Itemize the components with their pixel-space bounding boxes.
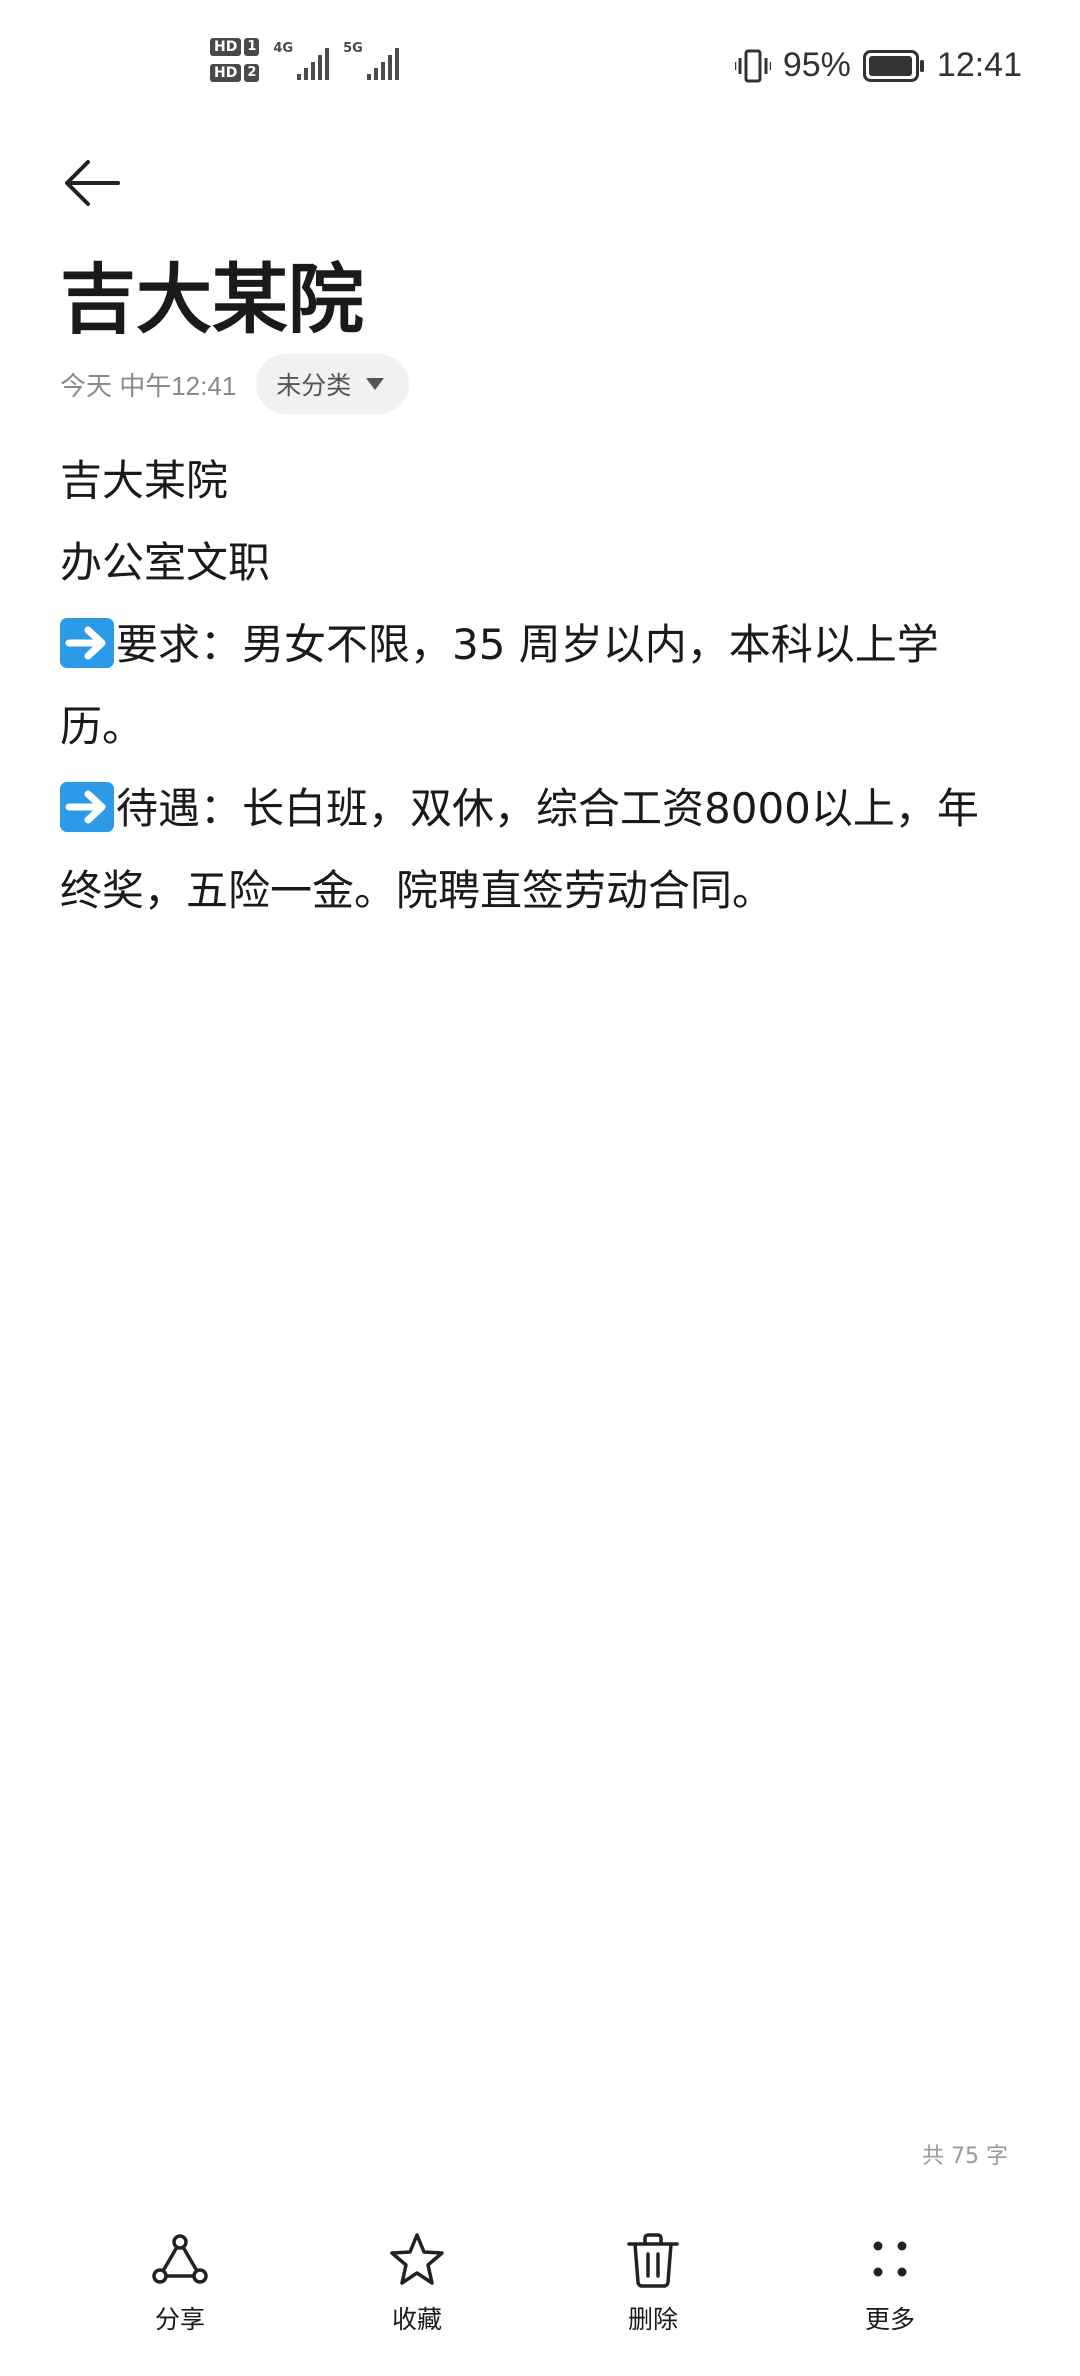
network-indicators: HD 1 HD 2 4G 5G (210, 38, 399, 82)
delete-label: 删除 (627, 2305, 678, 2334)
favorite-button[interactable]: 收藏 (337, 2230, 497, 2336)
body-line-requirements: 要求：男女不限，35 周岁以内，本科以上学历。 (60, 604, 1020, 768)
share-label: 分享 (154, 2305, 205, 2334)
trash-icon (627, 2233, 679, 2288)
network-type-label: 4G (273, 41, 294, 56)
body-line: 吉大某院 (60, 456, 229, 505)
category-dropdown[interactable]: 未分类 (256, 354, 410, 414)
star-icon (390, 2233, 444, 2285)
right-arrow-emoji-icon (60, 618, 114, 668)
bottom-toolbar: 分享 收藏 删除 更多 (0, 2230, 1080, 2376)
network-type-label: 5G (343, 41, 363, 56)
signal-bars-icon (366, 48, 399, 80)
clock: 12:41 (936, 46, 1022, 84)
hd-badge: HD (210, 38, 242, 56)
status-bar: HD 1 HD 2 4G 5G 95% 12:41 (0, 0, 1080, 140)
more-label: 更多 (864, 2305, 915, 2334)
signal-bars-icon (297, 48, 330, 80)
battery-percent: 95% (782, 46, 851, 84)
sim2-badge: HD 2 (210, 64, 260, 82)
share-button[interactable]: 分享 (100, 2230, 260, 2336)
body-line-benefits: 待遇：长白班，双休，综合工资8000以上，年终奖，五险一金。院聘直签劳动合同。 (60, 768, 1020, 932)
vibrate-icon (734, 49, 771, 82)
word-count: 共 75 字 (922, 2144, 1008, 2169)
note-timestamp: 今天 中午12:41 (60, 370, 237, 401)
more-dots-icon (873, 2241, 907, 2277)
hd-badge: HD (210, 64, 242, 82)
sim-hd-badges: HD 1 HD 2 (210, 38, 260, 82)
benefits-text: 待遇：长白班，双休，综合工资8000以上，年终奖，五险一金。院聘直签劳动合同。 (60, 784, 979, 915)
system-indicators: 95% 12:41 (734, 46, 1022, 85)
share-icon (152, 2234, 208, 2284)
dropdown-triangle-icon (366, 378, 385, 390)
right-arrow-emoji-icon (60, 782, 114, 832)
note-body[interactable]: 吉大某院 办公室文职 要求：男女不限，35 周岁以内，本科以上学历。 待遇：长白… (60, 440, 1020, 932)
note-meta: 今天 中午12:41 未分类 (60, 354, 410, 414)
sim1-badge: HD 1 (210, 38, 260, 56)
delete-button[interactable]: 删除 (573, 2230, 733, 2336)
sim-number: 1 (244, 38, 260, 56)
note-title[interactable]: 吉大某院 (60, 250, 364, 350)
sim-number: 2 (244, 64, 260, 82)
favorite-label: 收藏 (391, 2305, 442, 2334)
battery-icon (862, 49, 924, 82)
more-button[interactable]: 更多 (810, 2230, 970, 2336)
sim1-signal: 4G (273, 42, 330, 80)
category-label: 未分类 (276, 371, 352, 400)
body-line: 办公室文职 (60, 538, 271, 587)
requirements-text: 要求：男女不限，35 周岁以内，本科以上学历。 (60, 620, 939, 751)
sim2-signal: 5G (343, 42, 399, 80)
back-arrow-icon[interactable] (60, 150, 126, 216)
